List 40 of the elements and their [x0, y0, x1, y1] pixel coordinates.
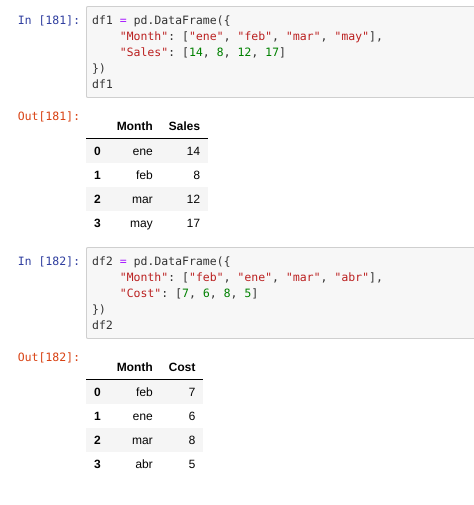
row-index: 3	[86, 452, 109, 476]
table-cell: feb	[108, 380, 161, 404]
table-cell: mar	[108, 428, 161, 452]
row-index: 1	[86, 404, 109, 428]
row-index: 1	[86, 163, 109, 187]
code-cell[interactable]: df1 = pd.DataFrame({ "Month": ["ene", "feb", "mar", "may"], "Sales": [14, 8, 12, 17] }) df1	[86, 6, 474, 98]
output-prompt: Out[181]:	[16, 108, 81, 124]
code-line: })	[92, 301, 106, 317]
table-cell: 7	[160, 380, 204, 404]
table-cell: 8	[160, 428, 204, 452]
table-cell: 14	[160, 138, 208, 163]
code-line: df2	[92, 317, 113, 333]
table-cell: ene	[108, 404, 161, 428]
table-cell: 12	[160, 187, 208, 211]
row-index: 2	[86, 428, 109, 452]
code-line: df1 = pd.DataFrame({	[92, 12, 230, 28]
code-line: "Month": ["ene", "feb", "mar", "may"],	[120, 28, 383, 44]
code-line: })	[92, 60, 106, 76]
table-cell: feb	[108, 163, 161, 187]
input-prompt: In [181]:	[16, 12, 81, 28]
table-cell: ene	[108, 138, 161, 163]
output-prompt: Out[182]:	[16, 349, 81, 365]
row-index: 0	[86, 380, 109, 404]
table-cell: may	[108, 211, 161, 235]
code-cell[interactable]: df2 = pd.DataFrame({ "Month": ["feb", "ene", "mar", "abr"], "Cost": [7, 6, 8, 5] }) df2	[86, 247, 474, 339]
code-line: "Month": ["feb", "ene", "mar", "abr"],	[120, 269, 383, 285]
code-line: "Cost": [7, 6, 8, 5]	[120, 285, 258, 301]
table-cell: 5	[160, 452, 204, 476]
row-index: 3	[86, 211, 109, 235]
row-index: 0	[86, 138, 109, 163]
input-prompt: In [182]:	[16, 253, 81, 269]
table-cell: abr	[108, 452, 161, 476]
code-line: df2 = pd.DataFrame({	[92, 253, 230, 269]
code-line: df1	[92, 76, 113, 92]
table-cell: 6	[160, 404, 204, 428]
table-cell: 8	[160, 163, 208, 187]
table-cell: 17	[160, 211, 208, 235]
table-cell: mar	[108, 187, 161, 211]
row-index: 2	[86, 187, 109, 211]
code-line: "Sales": [14, 8, 12, 17]	[120, 44, 286, 60]
